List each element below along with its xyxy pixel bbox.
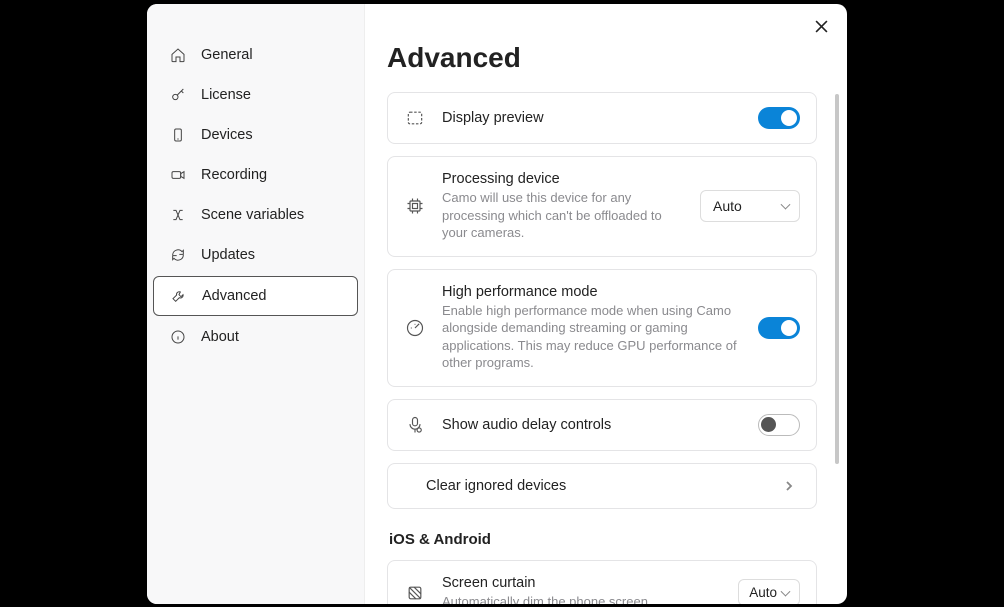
setting-description: Automatically dim the phone screen [442,593,722,604]
setting-label: Display preview [442,110,742,126]
processing-device-select[interactable]: Auto [700,190,800,222]
sidebar-item-recording[interactable]: Recording [153,156,358,194]
setting-description: Camo will use this device for any proces… [442,189,684,242]
high-performance-toggle[interactable] [758,317,800,339]
setting-display-preview: Display preview [387,92,817,144]
close-button[interactable] [809,14,833,38]
setting-label: Processing device [442,171,684,187]
key-icon [169,86,187,104]
sidebar-item-devices[interactable]: Devices [153,116,358,154]
preview-icon [404,107,426,129]
sidebar-item-general[interactable]: General [153,36,358,74]
settings-main: Advanced Display preview Processing devi… [365,4,847,604]
sidebar-item-license[interactable]: License [153,76,358,114]
setting-high-performance: High performance mode Enable high perfor… [387,269,817,387]
settings-content[interactable]: Display preview Processing device Camo w… [365,88,847,604]
settings-dialog: General License Devices Recording Scene … [147,4,847,604]
sidebar-item-label: Updates [201,247,255,263]
page-title: Advanced [387,42,825,74]
settings-sidebar: General License Devices Recording Scene … [147,4,365,604]
info-icon [169,328,187,346]
cpu-icon [404,195,426,217]
video-icon [169,166,187,184]
setting-audio-delay: Show audio delay controls [387,399,817,451]
sidebar-item-updates[interactable]: Updates [153,236,358,274]
scrollbar-thumb[interactable] [835,94,839,464]
sidebar-item-label: License [201,87,251,103]
setting-screen-curtain: Screen curtain Automatically dim the pho… [387,560,817,604]
close-icon [815,20,828,33]
refresh-icon [169,246,187,264]
device-icon [169,126,187,144]
mic-gear-icon [404,414,426,436]
display-preview-toggle[interactable] [758,107,800,129]
sidebar-item-scene-variables[interactable]: Scene variables [153,196,358,234]
setting-label: Show audio delay controls [442,417,742,433]
select-value: Auto [713,198,742,214]
sidebar-item-label: Advanced [202,288,267,304]
home-icon [169,46,187,64]
sidebar-item-about[interactable]: About [153,318,358,356]
setting-label: High performance mode [442,284,742,300]
chevron-right-icon [784,478,800,494]
gauge-icon [404,317,426,339]
setting-label: Screen curtain [442,575,722,591]
sidebar-item-label: Devices [201,127,253,143]
section-mobile-title: iOS & Android [389,531,817,548]
sidebar-item-label: Scene variables [201,207,304,223]
sidebar-item-label: Recording [201,167,267,183]
sidebar-item-label: General [201,47,253,63]
screen-curtain-select[interactable]: Auto [738,579,800,604]
curtain-icon [404,582,426,604]
wrench-icon [170,287,188,305]
audio-delay-toggle[interactable] [758,414,800,436]
setting-label: Clear ignored devices [426,478,768,494]
setting-processing-device: Processing device Camo will use this dev… [387,156,817,257]
select-value: Auto [749,585,777,600]
sidebar-item-advanced[interactable]: Advanced [153,276,358,316]
variable-icon [169,206,187,224]
setting-description: Enable high performance mode when using … [442,302,742,372]
sidebar-item-label: About [201,329,239,345]
setting-clear-ignored[interactable]: Clear ignored devices [387,463,817,509]
